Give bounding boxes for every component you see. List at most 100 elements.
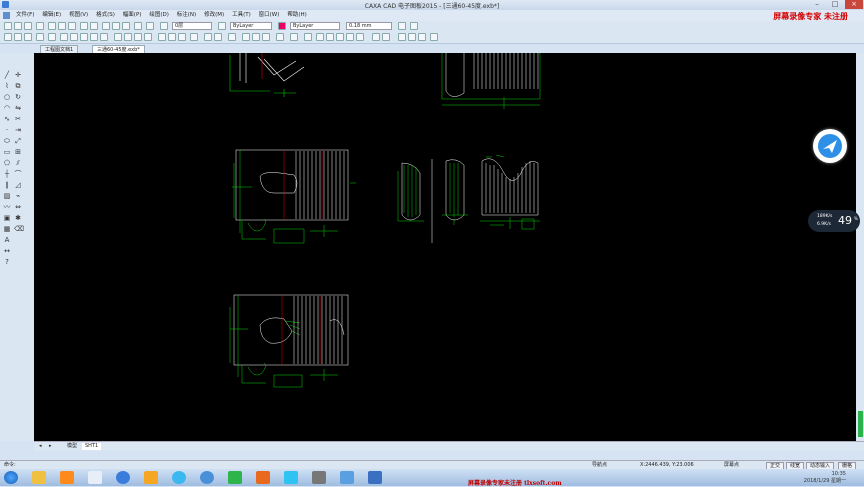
- erase-icon[interactable]: ⌫: [14, 225, 24, 233]
- menu-dimension[interactable]: 标注(N): [177, 10, 196, 21]
- explorer-icon[interactable]: [32, 471, 46, 484]
- block-tool-icon[interactable]: [214, 33, 222, 41]
- line-icon[interactable]: ╱: [3, 71, 11, 79]
- settings-icon[interactable]: [430, 33, 438, 41]
- trim-tool-icon[interactable]: [114, 33, 122, 41]
- chamfer-icon[interactable]: ◿: [14, 181, 22, 189]
- system-clock[interactable]: 10:35 2018/1/29 星期一: [804, 471, 846, 485]
- view-refresh-icon[interactable]: [382, 33, 390, 41]
- text-tool-icon[interactable]: [190, 33, 198, 41]
- pan-tool-icon[interactable]: [372, 33, 380, 41]
- menu-help[interactable]: 帮助(H): [287, 10, 306, 21]
- menu-file[interactable]: 文件(F): [16, 10, 34, 21]
- zoom-in-icon[interactable]: [326, 33, 334, 41]
- network-speed-widget[interactable]: 189K/s 6.9K/s 49 %: [808, 210, 860, 232]
- explode-icon[interactable]: ✱: [14, 214, 22, 222]
- layer-select[interactable]: 0层: [172, 22, 212, 30]
- hatch-tool-icon[interactable]: [204, 33, 212, 41]
- dimension-icon[interactable]: ↔: [3, 247, 11, 255]
- tab-sheet-1[interactable]: SHT1: [82, 443, 102, 450]
- menu-window[interactable]: 窗口(W): [259, 10, 280, 21]
- tab-nav-first-icon[interactable]: ◂: [36, 443, 45, 450]
- fillet-icon[interactable]: ⌒: [14, 170, 22, 178]
- move-icon[interactable]: ✛: [14, 71, 22, 79]
- centerline-icon[interactable]: ┼: [3, 170, 11, 178]
- floating-assistant-button[interactable]: [813, 129, 847, 163]
- new-icon[interactable]: [4, 22, 12, 30]
- qq-icon[interactable]: [88, 471, 102, 484]
- circle-icon[interactable]: ○: [3, 93, 11, 101]
- ime-icon[interactable]: [144, 471, 158, 484]
- color-icon[interactable]: [278, 22, 286, 30]
- save-icon[interactable]: [24, 22, 32, 30]
- drawing-canvas[interactable]: [34, 53, 856, 441]
- match-icon[interactable]: [102, 22, 110, 30]
- tab-nav-next-icon[interactable]: ▸: [46, 443, 55, 450]
- table-insert-icon[interactable]: ▦: [3, 225, 11, 233]
- close-button[interactable]: ×: [845, 0, 863, 9]
- text-icon[interactable]: A: [3, 236, 11, 244]
- color-select[interactable]: ByLayer: [230, 22, 272, 30]
- spline-icon[interactable]: ∿: [3, 115, 11, 123]
- zoom-all-icon[interactable]: [346, 33, 354, 41]
- tencent-icon[interactable]: [284, 471, 298, 484]
- weld-icon[interactable]: [242, 33, 250, 41]
- zoom-out-icon[interactable]: [336, 33, 344, 41]
- zoom-prev-icon[interactable]: [356, 33, 364, 41]
- menu-draw[interactable]: 绘图(D): [149, 10, 169, 21]
- start-icon[interactable]: [4, 471, 18, 484]
- paste-icon[interactable]: [68, 22, 76, 30]
- linetype-select[interactable]: ByLayer: [290, 22, 340, 30]
- offset-icon[interactable]: ⫽: [14, 159, 22, 167]
- stretch-icon[interactable]: ⇔: [14, 203, 22, 211]
- menu-sheet[interactable]: 幅面(P): [123, 10, 142, 21]
- style-icon[interactable]: [398, 22, 406, 30]
- properties-icon[interactable]: [134, 22, 142, 30]
- array-icon[interactable]: ⊞: [14, 148, 22, 156]
- arc-tool-icon[interactable]: [90, 33, 98, 41]
- arc-icon[interactable]: ◠: [3, 104, 11, 112]
- ie-icon[interactable]: [172, 471, 186, 484]
- polygon-icon[interactable]: ⬠: [3, 159, 11, 167]
- extend-tool-icon[interactable]: [124, 33, 132, 41]
- block-icon[interactable]: ▣: [3, 214, 11, 222]
- layer-icon[interactable]: [160, 22, 168, 30]
- point-icon[interactable]: ·: [3, 126, 11, 134]
- measure-icon[interactable]: [228, 33, 236, 41]
- menu-tools[interactable]: 工具(T): [232, 10, 251, 21]
- open-icon[interactable]: [14, 22, 22, 30]
- zoom-window-icon[interactable]: [304, 33, 312, 41]
- undo-icon[interactable]: [80, 22, 88, 30]
- menu-modify[interactable]: 修改(M): [204, 10, 224, 21]
- grid-icon[interactable]: [4, 33, 12, 41]
- query-tool-icon[interactable]: ?: [3, 258, 11, 266]
- rotate-icon[interactable]: ↻: [14, 93, 22, 101]
- print-icon[interactable]: [36, 22, 44, 30]
- edge-icon[interactable]: [200, 471, 214, 484]
- right-scroll-strip[interactable]: [856, 53, 864, 441]
- help-icon[interactable]: [146, 22, 154, 30]
- app-icon[interactable]: [256, 471, 270, 484]
- menu-edit[interactable]: 编辑(E): [42, 10, 61, 21]
- ellipse-icon[interactable]: ⬭: [3, 137, 11, 145]
- title-block-icon[interactable]: [24, 33, 32, 41]
- hatch-icon[interactable]: ▨: [3, 192, 11, 200]
- parallel-icon[interactable]: ∥: [3, 181, 11, 189]
- zoom-icon[interactable]: [122, 22, 130, 30]
- polyline-tool-icon[interactable]: [70, 33, 78, 41]
- style-manager-icon[interactable]: [410, 22, 418, 30]
- tool-icon[interactable]: [312, 471, 326, 484]
- trim-icon[interactable]: ✂: [14, 115, 22, 123]
- menu-app-icon[interactable]: [3, 12, 10, 19]
- maximize-button[interactable]: □: [826, 0, 844, 9]
- layer-manager-icon[interactable]: [218, 22, 226, 30]
- line-tool-icon[interactable]: [60, 33, 68, 41]
- minimize-button[interactable]: –: [808, 0, 826, 9]
- redraw-icon[interactable]: [316, 33, 324, 41]
- circle-tool-icon[interactable]: [80, 33, 88, 41]
- pan-icon[interactable]: [112, 22, 120, 30]
- mirror-icon[interactable]: ⇋: [14, 104, 22, 112]
- rotate-tool-icon[interactable]: [144, 33, 152, 41]
- redo-icon[interactable]: [90, 22, 98, 30]
- wechat-icon[interactable]: [228, 471, 242, 484]
